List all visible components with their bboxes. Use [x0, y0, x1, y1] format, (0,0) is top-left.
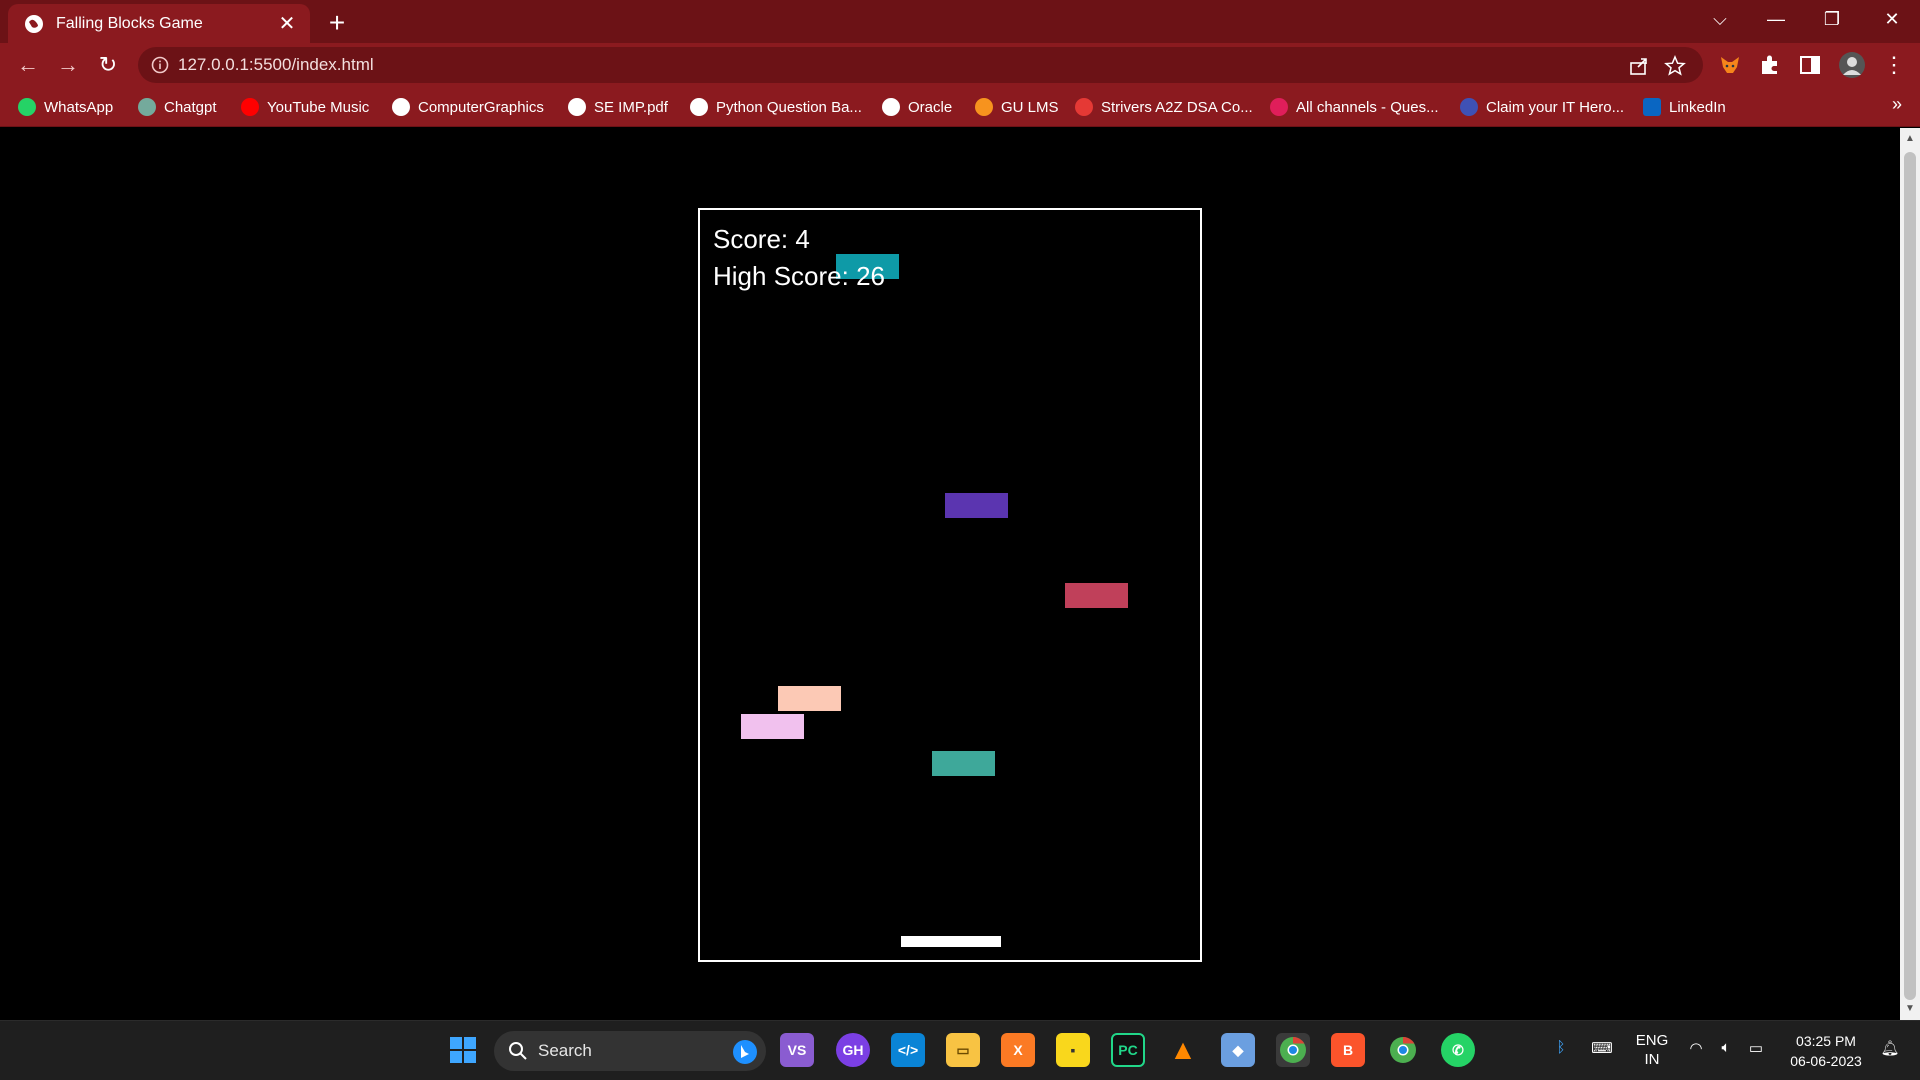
metamask-icon[interactable]: [1718, 53, 1742, 77]
globe-icon: [882, 98, 900, 116]
windows-start-icon[interactable]: [446, 1033, 480, 1067]
bookmark-python-question-bank[interactable]: Python Question Ba...: [690, 94, 862, 120]
back-button[interactable]: ←: [12, 49, 44, 81]
gu-lms-icon: [975, 98, 993, 116]
falling-block-green: [932, 751, 995, 776]
clock-date: 06-06-2023: [1790, 1053, 1862, 1069]
vertical-scrollbar[interactable]: ▲ ▼: [1900, 128, 1920, 1020]
close-window-button[interactable]: ✕: [1864, 0, 1920, 38]
scrollbar-thumb[interactable]: [1904, 152, 1916, 1000]
tab-bar: Falling Blocks Game ✕ + ⌵ — ❐ ✕: [0, 0, 1920, 43]
pycharm-icon[interactable]: PC: [1111, 1033, 1145, 1067]
falling-block-pink: [741, 714, 804, 739]
globe-icon: [392, 98, 410, 116]
search-icon: [509, 1042, 527, 1060]
bluetooth-icon[interactable]: ᛒ: [1550, 1039, 1572, 1056]
xampp-icon[interactable]: X: [1001, 1033, 1035, 1067]
tab-close-icon[interactable]: ✕: [276, 13, 298, 35]
bookmark-oracle[interactable]: Oracle: [882, 94, 952, 120]
slack-icon: [1270, 98, 1288, 116]
new-tab-button[interactable]: +: [322, 8, 352, 38]
git-icon[interactable]: ◆: [1221, 1033, 1255, 1067]
notifications-icon[interactable]: 🔔︎: [1878, 1039, 1902, 1057]
brave-icon[interactable]: B: [1331, 1033, 1365, 1067]
bookmarks-overflow-button[interactable]: »: [1892, 94, 1902, 115]
clock-time: 03:25 PM: [1796, 1033, 1856, 1049]
sticky-notes-icon[interactable]: ▪: [1056, 1033, 1090, 1067]
lang-bottom: IN: [1644, 1051, 1660, 1068]
scroll-up-arrow-icon[interactable]: ▲: [1900, 130, 1920, 148]
bookmark-youtube-music[interactable]: YouTube Music: [241, 94, 369, 120]
github-desktop-icon[interactable]: GH: [836, 1033, 870, 1067]
tab-search-icon[interactable]: ⌵: [1692, 0, 1748, 38]
game-canvas[interactable]: Score: 4 High Score: 26: [698, 208, 1202, 962]
clock[interactable]: 03:25 PM 06-06-2023: [1778, 1031, 1874, 1071]
extensions-icon[interactable]: [1758, 53, 1782, 77]
avatar[interactable]: [1838, 51, 1866, 79]
vscode-icon[interactable]: </>: [891, 1033, 925, 1067]
bookmark-strivers-a2z[interactable]: Strivers A2Z DSA Co...: [1075, 94, 1253, 120]
side-panel-icon[interactable]: [1798, 53, 1822, 77]
hero-icon: [1460, 98, 1478, 116]
bing-icon[interactable]: [732, 1039, 758, 1065]
forward-button[interactable]: →: [52, 49, 84, 81]
score-label: Score: 4: [713, 224, 810, 254]
whatsapp-icon[interactable]: ✆: [1441, 1033, 1475, 1067]
share-icon[interactable]: [1628, 55, 1650, 77]
player-paddle[interactable]: [901, 936, 1001, 947]
globe-icon: [568, 98, 586, 116]
bookmark-claim-it-hero[interactable]: Claim your IT Hero...: [1460, 94, 1624, 120]
url-text[interactable]: 127.0.0.1:5500/index.html: [178, 47, 374, 83]
site-info-icon[interactable]: [150, 55, 170, 75]
search-placeholder: Search: [538, 1041, 592, 1060]
minimize-button[interactable]: —: [1748, 0, 1804, 38]
restore-button[interactable]: ❐: [1804, 0, 1860, 38]
bookmark-gu-lms[interactable]: GU LMS: [975, 94, 1059, 120]
falling-block-red: [1065, 583, 1128, 608]
chrome-icon[interactable]: [1276, 1033, 1310, 1067]
scroll-down-arrow-icon[interactable]: ▼: [1900, 1000, 1920, 1018]
falling-block-purple: [945, 493, 1008, 518]
visual-studio-icon[interactable]: VS: [780, 1033, 814, 1067]
taskbar-search[interactable]: Search: [494, 1031, 766, 1071]
tab-title: Falling Blocks Game: [56, 14, 203, 32]
bookmark-star-icon[interactable]: [1664, 55, 1686, 77]
bookmark-se-imp[interactable]: SE IMP.pdf: [568, 94, 668, 120]
whatsapp-icon: [18, 98, 36, 116]
battery-icon[interactable]: ▭: [1744, 1039, 1768, 1057]
falling-block-peach: [778, 686, 841, 711]
file-explorer-icon[interactable]: ▭: [946, 1033, 980, 1067]
lang-top: ENG: [1635, 1032, 1669, 1049]
globe-icon: [25, 14, 43, 33]
vlc-icon[interactable]: ▲: [1166, 1033, 1200, 1067]
address-bar[interactable]: 127.0.0.1:5500/index.html: [138, 47, 1703, 83]
tuf-icon: [1075, 98, 1093, 116]
bookmarks-bar: WhatsApp Chatgpt YouTube Music ComputerG…: [0, 87, 1920, 127]
bookmark-all-channels[interactable]: All channels - Ques...: [1270, 94, 1439, 120]
screen: { "browser": { "tab_title": "Falling Blo…: [0, 0, 1920, 1080]
reload-button[interactable]: ↻: [92, 49, 124, 81]
wifi-icon[interactable]: ◠: [1684, 1039, 1708, 1057]
linkedin-icon: [1643, 98, 1661, 116]
keyboard-icon[interactable]: ⌨: [1590, 1039, 1614, 1057]
globe-icon: [690, 98, 708, 116]
bookmark-computergraphics[interactable]: ComputerGraphics: [392, 94, 544, 120]
chrome-logo: [1280, 1036, 1306, 1063]
chrome-profile-icon[interactable]: [1386, 1033, 1420, 1067]
tab-falling-blocks[interactable]: Falling Blocks Game ✕: [8, 4, 310, 43]
high-score-label: High Score: 26: [713, 261, 885, 291]
youtube-music-icon: [241, 98, 259, 116]
bookmark-linkedin[interactable]: LinkedIn: [1643, 94, 1726, 120]
chatgpt-icon: [138, 98, 156, 116]
menu-icon[interactable]: ⋮: [1878, 49, 1910, 81]
language-indicator[interactable]: ENG IN: [1632, 1031, 1672, 1069]
windows-taskbar: Search VS GH </> ▭ X ▪ PC ▲ ◆ B ✆ ᛒ ⌨ EN…: [0, 1020, 1920, 1080]
bookmark-chatgpt[interactable]: Chatgpt: [138, 94, 217, 120]
bookmark-whatsapp[interactable]: WhatsApp: [18, 94, 113, 120]
browser-toolbar: ← → ↻ 127.0.0.1:5500/index.html ⋮: [0, 43, 1920, 87]
volume-icon[interactable]: 🔈︎: [1714, 1039, 1738, 1056]
chrome-logo: [1390, 1036, 1416, 1063]
